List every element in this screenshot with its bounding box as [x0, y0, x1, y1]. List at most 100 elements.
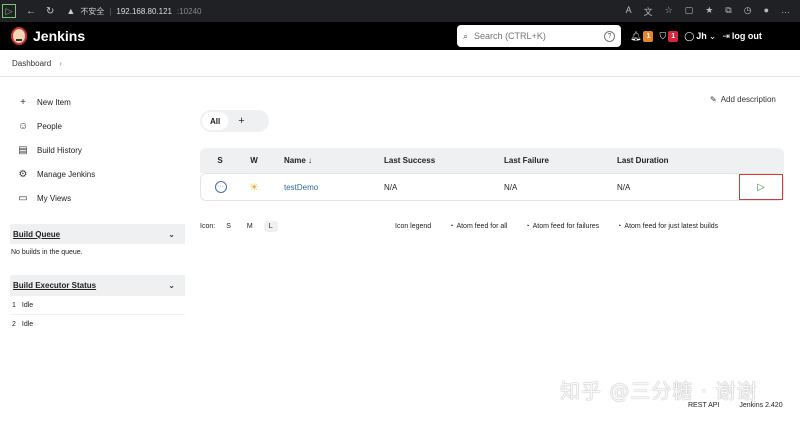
icon-size-selector: Icon: S M L: [200, 220, 278, 232]
col-last-failure[interactable]: Last Failure: [504, 148, 617, 173]
cell-last-success: N/A: [384, 173, 504, 201]
split-screen-icon[interactable]: ▢: [685, 5, 694, 18]
sidebar-item-label: Build History: [37, 145, 82, 155]
sidebar-item-manage-jenkins[interactable]: ⚙ Manage Jenkins: [10, 162, 185, 186]
tab-play-icon[interactable]: ▷: [2, 4, 16, 18]
plus-icon: +: [20, 96, 26, 108]
job-link-testdemo[interactable]: testDemo: [284, 183, 318, 192]
logout-label: log out: [731, 31, 762, 41]
sidebar-item-label: Manage Jenkins: [37, 169, 96, 179]
search-input[interactable]: [474, 31, 598, 41]
security-button[interactable]: ⛉ 1: [659, 30, 679, 42]
executor-status-header[interactable]: Build Executor Status ⌄: [10, 275, 185, 295]
schedule-build-button[interactable]: ▷: [739, 174, 783, 200]
favorites-icon[interactable]: ★: [705, 5, 713, 18]
atom-feed-all-link[interactable]: ◔ Atom feed for all: [449, 223, 507, 230]
app-name: Jenkins: [33, 28, 86, 44]
feed-links: Icon legend ◔ Atom feed for all ◔ Atom fee…: [395, 223, 718, 230]
profile-icon[interactable]: ●: [764, 5, 769, 18]
search-box[interactable]: ⌕ ?: [457, 25, 621, 47]
security-badge: 1: [668, 30, 679, 42]
col-weather[interactable]: W: [240, 148, 268, 173]
help-icon[interactable]: ?: [604, 30, 615, 42]
sidebar-item-build-history[interactable]: ▤ Build History: [10, 138, 185, 162]
url-host: 192.168.80.121: [116, 6, 172, 16]
sidebar-item-new-item[interactable]: + New Item: [10, 90, 185, 114]
rss-icon: ◔: [525, 222, 530, 230]
watermark: 知乎 @三分糖 · 谢谢: [560, 379, 758, 403]
atom-feed-failures-link[interactable]: ◔ Atom feed for failures: [525, 223, 599, 230]
jenkins-logo[interactable]: Jenkins: [11, 27, 85, 45]
jenkins-header: Jenkins ⌕ ? 🔔︎ 1 ⛉ 1 ◯ Jh ⌄ ⇥ log out: [0, 22, 800, 50]
people-icon: ☺: [18, 120, 29, 132]
browser-toolbar: ▷ ← ↻ ▲ 不安全 | 192.168.80.121:10240 A 文 ☆…: [0, 0, 800, 22]
back-icon[interactable]: ←: [26, 6, 36, 17]
read-aloud-icon[interactable]: A: [626, 5, 632, 18]
collections-icon[interactable]: ⧉: [725, 5, 731, 18]
rest-api-link[interactable]: REST API: [688, 402, 719, 409]
cell-last-duration: N/A: [617, 173, 727, 201]
atom-feed-latest-link[interactable]: ◔ Atom feed for just latest builds: [617, 223, 718, 230]
breadcrumb: Dashboard ›: [0, 50, 800, 77]
more-icon[interactable]: …: [781, 5, 790, 18]
jenkins-butler-icon: [11, 27, 27, 45]
build-queue-empty: No builds in the queue.: [11, 249, 83, 256]
col-actions: [727, 148, 784, 173]
executor-row: 2 Idle: [10, 314, 185, 333]
sidebar-item-people[interactable]: ☺ People: [10, 114, 185, 138]
cell-last-failure: N/A: [504, 173, 617, 201]
not-built-status-icon[interactable]: ···: [214, 181, 227, 193]
icon-size-l[interactable]: L: [263, 220, 278, 232]
executor-row: 1 Idle: [10, 295, 185, 314]
col-name[interactable]: Name ↓: [268, 148, 384, 173]
jobs-table: S W Name ↓ Last Success Last Failure Las…: [200, 148, 784, 201]
build-queue-pane: Build Queue ⌄ No builds in the queue.: [10, 224, 185, 261]
icon-size-s[interactable]: S: [221, 221, 236, 232]
notifications-button[interactable]: 🔔︎ 1: [630, 30, 654, 42]
address-bar[interactable]: ▲ 不安全 | 192.168.80.121:10240: [66, 6, 201, 17]
chevron-down-icon[interactable]: ⌄: [168, 230, 175, 239]
executor-status-title[interactable]: Build Executor Status: [13, 281, 96, 290]
star-icon[interactable]: ☆: [665, 5, 673, 18]
page-footer: REST API Jenkins 2.420: [688, 402, 783, 409]
chevron-right-icon[interactable]: ›: [59, 59, 62, 68]
pencil-icon: ✎: [710, 95, 717, 104]
history-icon[interactable]: ◷: [744, 5, 752, 18]
user-menu[interactable]: ◯ Jh ⌄: [684, 31, 716, 42]
logout-button[interactable]: ⇥ log out: [722, 31, 762, 42]
jenkins-version[interactable]: Jenkins 2.420: [739, 402, 782, 409]
rss-icon: ◔: [617, 222, 622, 230]
url-port: :10240: [177, 6, 202, 16]
reload-icon[interactable]: ↻: [46, 6, 54, 17]
translate-icon[interactable]: 文: [644, 5, 653, 18]
table-footer: Icon: S M L Icon legend ◔ Atom feed for a…: [200, 218, 784, 234]
build-queue-header[interactable]: Build Queue ⌄: [10, 224, 185, 244]
notepad-icon: ▤: [18, 144, 28, 156]
sidebar: + New Item ☺ People ▤ Build History ⚙ Ma…: [10, 90, 185, 333]
icon-legend-link[interactable]: Icon legend: [395, 223, 431, 230]
shield-icon: ⛉: [659, 30, 667, 41]
tab-all[interactable]: All: [202, 112, 229, 130]
sidebar-item-label: People: [37, 121, 62, 131]
icon-size-m[interactable]: M: [242, 221, 258, 232]
view-tabs: All +: [200, 110, 269, 132]
sidebar-item-my-views[interactable]: ▭ My Views: [10, 186, 185, 210]
bell-icon: 🔔︎: [630, 30, 642, 41]
user-name: Jh: [696, 31, 707, 41]
sidebar-item-label: My Views: [37, 193, 72, 203]
executor-status-pane: Build Executor Status ⌄ 1 Idle 2 Idle: [10, 275, 185, 333]
add-description-link[interactable]: ✎ Add description: [710, 95, 776, 104]
warning-icon: ▲: [66, 6, 76, 16]
add-view-icon[interactable]: +: [238, 115, 244, 127]
build-queue-title[interactable]: Build Queue: [13, 230, 60, 239]
play-icon: ▷: [757, 181, 765, 193]
col-status[interactable]: S: [200, 148, 240, 173]
sidebar-item-label: New Item: [37, 97, 71, 107]
sunny-weather-icon[interactable]: ☀: [240, 181, 268, 194]
breadcrumb-dashboard[interactable]: Dashboard: [12, 59, 51, 68]
col-last-success[interactable]: Last Success: [384, 148, 504, 173]
chevron-down-icon[interactable]: ⌄: [168, 281, 175, 290]
col-last-duration[interactable]: Last Duration: [617, 148, 727, 173]
search-icon: ⌕: [463, 30, 469, 41]
security-label: 不安全: [80, 6, 105, 16]
